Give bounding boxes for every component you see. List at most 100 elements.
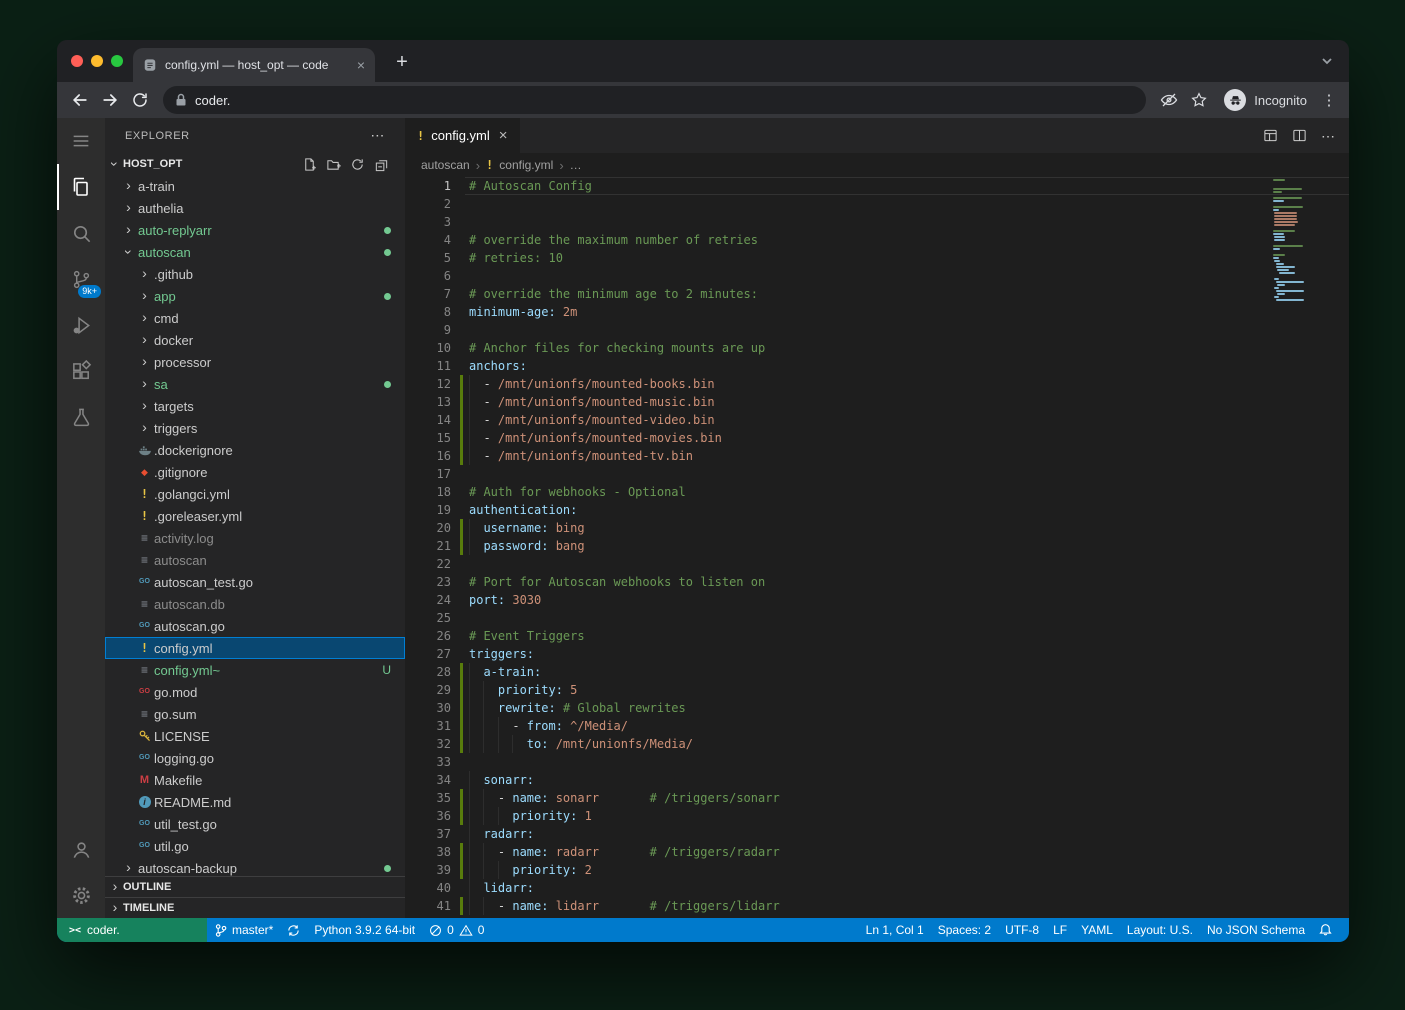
close-window-button[interactable] [71,55,83,67]
json-schema-status[interactable]: No JSON Schema [1200,918,1312,942]
code-line-23[interactable]: 23# Port for Autoscan webhooks to listen… [405,573,1349,591]
tree-item-.github[interactable]: ›.github [105,263,405,285]
indentation-status[interactable]: Spaces: 2 [931,918,998,942]
breadcrumb[interactable]: autoscan › ! config.yml › … [405,153,1349,177]
tree-item-logging.go[interactable]: GOlogging.go [105,747,405,769]
code-line-15[interactable]: 15 - /mnt/unionfs/mounted-movies.bin [405,429,1349,447]
code-line-7[interactable]: 7# override the minimum age to 2 minutes… [405,285,1349,303]
code-line-34[interactable]: 34 sonarr: [405,771,1349,789]
tree-item-a-train[interactable]: ›a-train [105,175,405,197]
code-line-39[interactable]: 39 priority: 2 [405,861,1349,879]
code-line-30[interactable]: 30 rewrite: # Global rewrites [405,699,1349,717]
section-outline[interactable]: › OUTLINE [105,876,405,897]
activity-settings-gear[interactable] [57,872,105,918]
activity-search[interactable] [57,210,105,256]
tree-item-Makefile[interactable]: MMakefile [105,769,405,791]
tree-item-cmd[interactable]: ›cmd [105,307,405,329]
activity-account[interactable] [57,826,105,872]
code-line-22[interactable]: 22 [405,555,1349,573]
new-tab-button[interactable]: + [389,49,415,75]
tree-item-sa[interactable]: ›sa [105,373,405,395]
tree-item-util_test.go[interactable]: GOutil_test.go [105,813,405,835]
breadcrumb-symbol[interactable]: … [570,158,582,172]
editor-scrollbar[interactable] [1335,177,1349,918]
browser-tab[interactable]: config.yml — host_opt — code × [133,48,375,82]
breadcrumb-file[interactable]: config.yml [499,158,553,172]
tree-item-config.yml[interactable]: !config.yml [105,637,405,659]
activity-test-beaker[interactable] [57,394,105,440]
code-line-36[interactable]: 36 priority: 1 [405,807,1349,825]
code-line-24[interactable]: 24port: 3030 [405,591,1349,609]
code-line-32[interactable]: 32 to: /mnt/unionfs/Media/ [405,735,1349,753]
tree-item-config.yml~[interactable]: ≡config.yml~U [105,659,405,681]
more-actions-icon[interactable]: ⋯ [1321,129,1335,143]
tree-item-.golangci.yml[interactable]: !.golangci.yml [105,483,405,505]
tree-item-util.go[interactable]: GOutil.go [105,835,405,857]
refresh-icon[interactable] [350,157,365,172]
tree-item-.dockerignore[interactable]: .dockerignore [105,439,405,461]
code-line-20[interactable]: 20 username: bing [405,519,1349,537]
code-line-2[interactable]: 2 [405,195,1349,213]
code-line-4[interactable]: 4# override the maximum number of retrie… [405,231,1349,249]
git-branch-status[interactable]: master* [207,918,280,942]
encoding-status[interactable]: UTF-8 [998,918,1046,942]
minimize-window-button[interactable] [91,55,103,67]
sync-button[interactable] [280,918,307,942]
activity-extensions[interactable] [57,348,105,394]
eol-status[interactable]: LF [1046,918,1074,942]
notifications-bell-button[interactable] [1312,918,1339,942]
code-line-33[interactable]: 33 [405,753,1349,771]
back-button[interactable] [65,86,95,114]
code-line-14[interactable]: 14 - /mnt/unionfs/mounted-video.bin [405,411,1349,429]
code-line-18[interactable]: 18# Auth for webhooks - Optional [405,483,1349,501]
code-line-1[interactable]: 1# Autoscan Config [405,177,1349,195]
code-line-35[interactable]: 35 - name: sonarr # /triggers/sonarr [405,789,1349,807]
tree-item-.goreleaser.yml[interactable]: !.goreleaser.yml [105,505,405,527]
code-line-11[interactable]: 11anchors: [405,357,1349,375]
code-line-19[interactable]: 19authentication: [405,501,1349,519]
code-line-25[interactable]: 25 [405,609,1349,627]
toggle-layout-icon[interactable] [1263,128,1278,143]
tree-item-go.sum[interactable]: ≡go.sum [105,703,405,725]
code-line-26[interactable]: 26# Event Triggers [405,627,1349,645]
new-file-icon[interactable] [302,157,317,172]
language-mode-status[interactable]: YAML [1074,918,1120,942]
collapse-all-icon[interactable] [374,157,389,172]
code-line-27[interactable]: 27triggers: [405,645,1349,663]
tree-item-auto-replyarr[interactable]: ›auto-replyarr [105,219,405,241]
problems-indicator[interactable]: 0 0 [422,918,491,942]
tree-item-processor[interactable]: ›processor [105,351,405,373]
code-line-6[interactable]: 6 [405,267,1349,285]
activity-source-control[interactable]: 9k+ [57,256,105,302]
tree-item-autoscan[interactable]: ≡autoscan [105,549,405,571]
code-line-40[interactable]: 40 lidarr: [405,879,1349,897]
tree-item-autoscan[interactable]: ›autoscan [105,241,405,263]
more-actions-icon[interactable]: ⋯ [370,127,385,144]
code-line-13[interactable]: 13 - /mnt/unionfs/mounted-music.bin [405,393,1349,411]
tree-item-triggers[interactable]: ›triggers [105,417,405,439]
code-line-21[interactable]: 21 password: bang [405,537,1349,555]
tree-item-authelia[interactable]: ›authelia [105,197,405,219]
eye-off-icon[interactable] [1154,86,1184,114]
cursor-position-status[interactable]: Ln 1, Col 1 [859,918,931,942]
reload-button[interactable] [125,86,155,114]
tree-item-LICENSE[interactable]: LICENSE [105,725,405,747]
new-folder-icon[interactable] [326,157,341,172]
tree-item-targets[interactable]: ›targets [105,395,405,417]
address-bar[interactable]: coder. [163,86,1146,114]
section-host-opt[interactable]: › HOST_OPT [105,153,405,175]
minimap[interactable] [1273,179,1335,302]
tree-item-autoscan.db[interactable]: ≡autoscan.db [105,593,405,615]
close-tab-icon[interactable]: × [357,58,365,72]
code-line-12[interactable]: 12 - /mnt/unionfs/mounted-books.bin [405,375,1349,393]
remote-indicator[interactable]: >< coder. [57,918,207,942]
keyboard-layout-status[interactable]: Layout: U.S. [1120,918,1200,942]
maximize-window-button[interactable] [111,55,123,67]
tree-item-app[interactable]: ›app [105,285,405,307]
split-editor-icon[interactable] [1292,128,1307,143]
tree-item-go.mod[interactable]: GOgo.mod [105,681,405,703]
close-editor-icon[interactable]: × [499,127,508,144]
code-line-9[interactable]: 9 [405,321,1349,339]
activity-files[interactable] [57,164,105,210]
code-line-38[interactable]: 38 - name: radarr # /triggers/radarr [405,843,1349,861]
